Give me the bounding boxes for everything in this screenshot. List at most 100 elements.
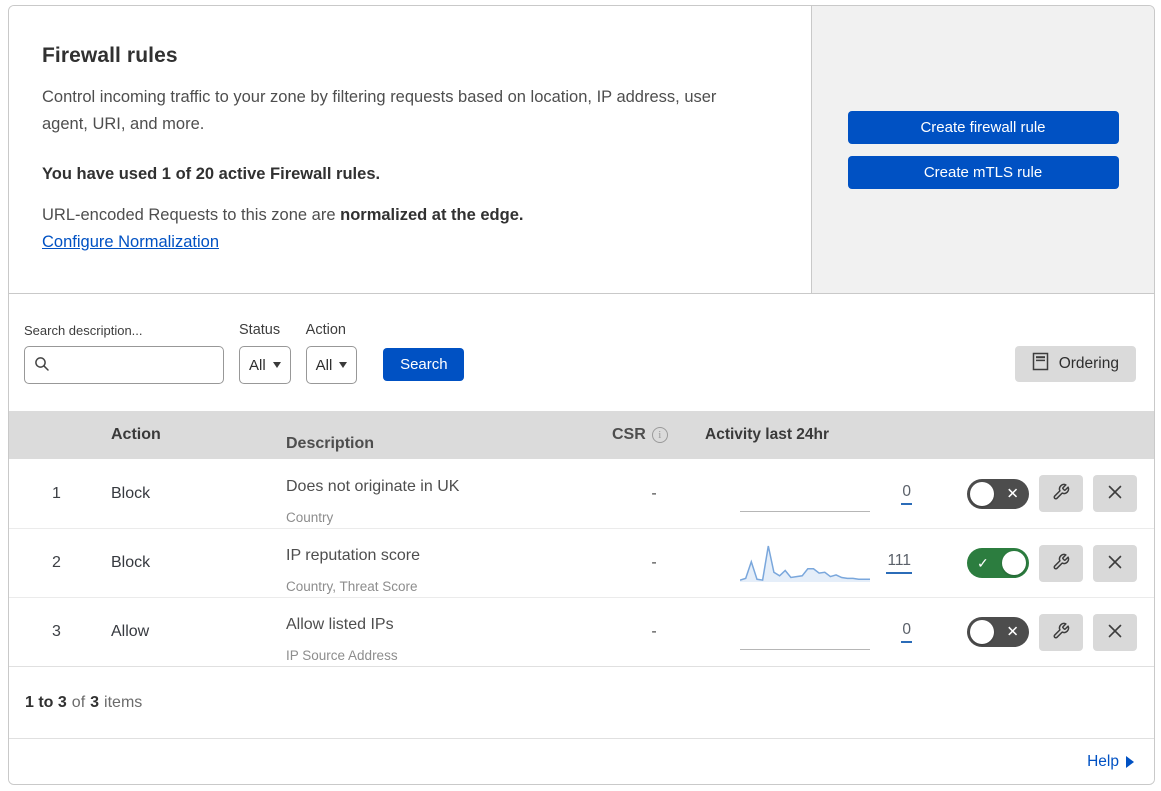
rule-priority: 3: [52, 623, 61, 640]
check-icon: ✓: [977, 555, 989, 571]
rules-table: Action Description CSR Activity last 24h…: [9, 411, 1154, 666]
actions-panel: Create firewall rule Create mTLS rule: [812, 6, 1154, 293]
info-icon[interactable]: [651, 427, 668, 443]
x-icon: ✕: [1006, 623, 1019, 641]
search-group: Search description...: [24, 323, 224, 384]
wrench-icon: [1052, 483, 1070, 504]
status-toggle[interactable]: ✓ ✕: [967, 478, 1029, 509]
status-select[interactable]: All: [239, 346, 291, 384]
activity-count-link[interactable]: 0: [901, 483, 912, 505]
rule-action: Block: [111, 554, 151, 571]
activity-count-link[interactable]: 111: [886, 552, 912, 574]
delete-rule-button[interactable]: [1093, 544, 1137, 582]
toggle-knob: [970, 481, 994, 506]
csr-header-label: CSR: [612, 426, 646, 443]
table-row: 3 Allow Allow listed IPs IP Source Addre…: [9, 597, 1154, 666]
column-header-activity: Activity last 24hr: [705, 426, 830, 443]
rule-activity-cell: 0: [704, 476, 934, 512]
status-label: Status: [239, 322, 281, 338]
delete-rule-button[interactable]: [1093, 475, 1137, 512]
rule-description-cell: IP reputation score Country, Threat Scor…: [274, 542, 604, 600]
help-link[interactable]: Help: [1087, 753, 1134, 771]
close-icon: [1107, 484, 1123, 503]
rule-match-fields: Country, Threat Score: [286, 579, 418, 594]
configure-normalization-link[interactable]: Configure Normalization: [42, 233, 219, 252]
activity-sparkline: [739, 542, 870, 584]
top-section: Firewall rules Control incoming traffic …: [9, 6, 1154, 294]
arrow-right-icon: [1126, 755, 1134, 768]
ordering-list-icon: [1032, 352, 1049, 376]
pagination-items: items: [104, 693, 143, 711]
intro-card: Firewall rules Control incoming traffic …: [9, 6, 812, 293]
activity-sparkline: [740, 476, 870, 512]
rule-controls: ✓ ✕: [934, 544, 1154, 582]
wrench-icon: [1052, 622, 1070, 643]
column-header-action: Action: [111, 426, 161, 443]
rule-action: Allow: [111, 623, 150, 640]
action-filter-group: Action All: [305, 322, 358, 384]
ordering-label: Ordering: [1058, 355, 1119, 372]
create-mtls-rule-button[interactable]: Create mTLS rule: [847, 156, 1119, 189]
rule-description-cell: Does not originate in UK Country: [274, 473, 604, 531]
activity-sparkline: [740, 614, 870, 650]
close-icon: [1107, 554, 1123, 573]
toggle-knob: [1002, 551, 1026, 575]
table-header-row: Action Description CSR Activity last 24h…: [9, 411, 1154, 459]
delete-rule-button[interactable]: [1093, 613, 1137, 651]
table-row: 1 Block Does not originate in UK Country…: [9, 459, 1154, 528]
table-row: 2 Block IP reputation score Country, Thr…: [9, 528, 1154, 597]
rule-controls: ✓ ✕: [934, 475, 1154, 512]
pagination-summary: 1 to 3 of 3 items: [9, 666, 1154, 739]
search-input-wrapper: [24, 346, 224, 384]
toggle-knob: [970, 620, 994, 644]
close-icon: [1107, 623, 1123, 642]
pagination-of: of: [71, 693, 86, 711]
wrench-icon: [1052, 553, 1070, 574]
help-bar: Help: [9, 739, 1154, 784]
column-header-description: Description: [286, 434, 375, 452]
help-label: Help: [1087, 752, 1119, 770]
action-label: Action: [305, 322, 346, 338]
rule-priority: 1: [52, 484, 61, 502]
rule-description: Does not originate in UK: [286, 477, 460, 495]
ordering-button[interactable]: Ordering: [1014, 346, 1136, 382]
pagination-range: 1 to 3: [25, 693, 67, 711]
edit-rule-button[interactable]: [1039, 613, 1083, 651]
page-description: Control incoming traffic to your zone by…: [42, 88, 717, 133]
rule-description: IP reputation score: [286, 547, 421, 564]
rule-match-fields: Country: [286, 509, 334, 525]
column-header-csr: CSR: [604, 426, 704, 444]
status-toggle[interactable]: ✓ ✕: [967, 548, 1029, 578]
action-select[interactable]: All: [305, 346, 358, 384]
pagination-total: 3: [90, 693, 100, 711]
filter-bar: Search description... Status All Action …: [9, 294, 1154, 411]
status-toggle[interactable]: ✓ ✕: [967, 617, 1029, 647]
rule-description: Allow listed IPs: [286, 616, 394, 633]
create-firewall-rule-button[interactable]: Create firewall rule: [847, 111, 1119, 144]
edit-rule-button[interactable]: [1039, 544, 1083, 582]
status-select-value: All: [249, 356, 266, 374]
search-button[interactable]: Search: [383, 348, 465, 381]
normalization-text: URL-encoded Requests to this zone are: [42, 206, 336, 224]
activity-count-link[interactable]: 0: [901, 621, 912, 643]
page-title: Firewall rules: [42, 44, 178, 67]
usage-notice: You have used 1 of 20 active Firewall ru…: [42, 165, 381, 183]
rule-controls: ✓ ✕: [934, 613, 1154, 651]
chevron-down-icon: [339, 362, 348, 368]
status-filter-group: Status All: [239, 322, 291, 384]
action-select-value: All: [315, 356, 333, 374]
search-input[interactable]: [24, 346, 224, 384]
search-label: Search description...: [24, 323, 143, 338]
firewall-rules-page: Firewall rules Control incoming traffic …: [8, 5, 1155, 785]
rule-description-cell: Allow listed IPs IP Source Address: [274, 611, 604, 669]
edit-rule-button[interactable]: [1039, 475, 1083, 512]
normalization-note: URL-encoded Requests to this zone are no…: [42, 206, 771, 225]
x-icon: ✕: [1006, 485, 1019, 502]
normalization-bold: normalized at the edge.: [340, 206, 524, 224]
rule-match-fields: IP Source Address: [286, 648, 398, 663]
rule-activity-cell: 111: [704, 542, 934, 584]
rule-action: Block: [111, 484, 151, 502]
rule-csr-value: -: [651, 623, 657, 640]
rule-activity-cell: 0: [704, 614, 934, 650]
rule-csr-value: -: [651, 554, 657, 571]
